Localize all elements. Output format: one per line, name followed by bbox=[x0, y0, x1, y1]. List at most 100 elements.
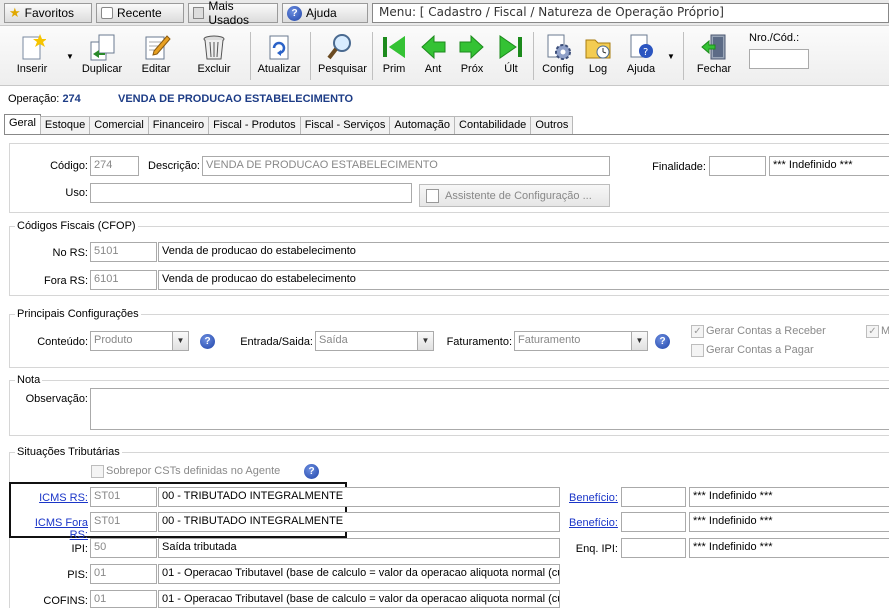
cfop-group-title: Códigos Fiscais (CFOP) bbox=[15, 220, 138, 232]
nro-label: Nro./Cód.: bbox=[749, 32, 800, 44]
pis-description: 01 - Operacao Tributavel (base de calcul… bbox=[158, 564, 560, 584]
uso-label: Uso: bbox=[65, 187, 88, 199]
inserir-button[interactable]: Inserir bbox=[10, 30, 54, 84]
gerar-pagar-label: Gerar Contas a Pagar bbox=[706, 344, 814, 356]
editar-button[interactable]: Editar bbox=[134, 30, 178, 84]
pis-code-field[interactable]: 01 bbox=[90, 564, 157, 584]
prox-button[interactable]: Próx bbox=[450, 30, 494, 84]
beneficio-fora-link[interactable]: Benefício: bbox=[569, 517, 618, 529]
enq-ipi-label: Enq. IPI: bbox=[575, 543, 618, 555]
observacao-label: Observação: bbox=[25, 393, 88, 405]
excluir-button[interactable]: Excluir bbox=[192, 30, 236, 84]
menu-title: Menu: [ Cadastro / Fiscal / Natureza de … bbox=[372, 3, 889, 23]
edit-icon bbox=[145, 35, 171, 60]
beneficio-fora-value: *** Indefinido *** bbox=[689, 512, 889, 532]
no-rs-code-field[interactable]: 5101 bbox=[90, 242, 157, 262]
toolbar-separator bbox=[250, 32, 251, 80]
tab-bar: Geral Estoque Comercial Financeiro Fisca… bbox=[4, 114, 574, 134]
fechar-button[interactable]: Fechar bbox=[692, 30, 736, 84]
descricao-label: Descrição: bbox=[148, 160, 200, 172]
icms-rs-code-field[interactable]: ST01 bbox=[90, 487, 157, 507]
sobrepor-help-icon[interactable]: ? bbox=[304, 464, 319, 479]
tab-outros[interactable]: Outros bbox=[530, 116, 574, 134]
new-document-icon bbox=[22, 34, 46, 60]
ipi-description: Saída tributada bbox=[158, 538, 560, 558]
chevron-down-icon: ▼ bbox=[631, 332, 647, 350]
sobrepor-checkbox[interactable] bbox=[91, 465, 104, 478]
tab-automacao[interactable]: Automação bbox=[389, 116, 456, 134]
finalidade-label: Finalidade: bbox=[652, 161, 706, 173]
config-group-title: Principais Configurações bbox=[15, 308, 141, 320]
tab-estoque[interactable]: Estoque bbox=[39, 116, 91, 134]
faturamento-label: Faturamento: bbox=[446, 336, 512, 348]
gerar-receber-label: Gerar Contas a Receber bbox=[706, 325, 826, 337]
recent-icon bbox=[101, 7, 113, 19]
beneficio-code-field[interactable] bbox=[621, 487, 686, 507]
ipi-code-field[interactable]: 50 bbox=[90, 538, 157, 558]
no-rs-description: Venda de producao do estabelecimento bbox=[158, 242, 889, 262]
tab-financeiro[interactable]: Financeiro bbox=[147, 116, 210, 134]
pesquisar-button[interactable]: Pesquisar bbox=[318, 30, 367, 84]
entrada-saida-select[interactable]: Saída ▼ bbox=[315, 331, 434, 351]
tab-fiscal-servicos[interactable]: Fiscal - Serviços bbox=[299, 116, 391, 134]
fora-rs-description: Venda de producao do estabelecimento bbox=[158, 270, 889, 290]
uso-field[interactable] bbox=[90, 183, 412, 203]
refresh-icon bbox=[269, 35, 289, 60]
icms-fora-rs-link[interactable]: ICMS Fora RS: bbox=[14, 517, 88, 541]
atualizar-button[interactable]: Atualizar bbox=[257, 30, 301, 84]
enq-ipi-code-field[interactable] bbox=[621, 538, 686, 558]
beneficio-link[interactable]: Benefício: bbox=[569, 492, 618, 504]
cofins-description: 01 - Operacao Tributavel (base de calcul… bbox=[158, 590, 560, 608]
m-label: M bbox=[881, 325, 889, 337]
tab-fiscal-produtos[interactable]: Fiscal - Produtos bbox=[208, 116, 301, 134]
recente-button[interactable]: Recente bbox=[96, 3, 184, 23]
nro-cod-input[interactable] bbox=[749, 49, 809, 69]
gerar-receber-checkbox[interactable]: ✓ bbox=[691, 325, 704, 338]
ajuda-dropdown-icon[interactable]: ▼ bbox=[667, 52, 675, 61]
ult-button[interactable]: Últ bbox=[489, 30, 533, 84]
situacoes-group-title: Situações Tributárias bbox=[15, 446, 122, 458]
duplicate-icon bbox=[90, 34, 115, 61]
fora-rs-code-field[interactable]: 6101 bbox=[90, 270, 157, 290]
descricao-field[interactable]: VENDA DE PRODUCAO ESTABELECIMENTO bbox=[202, 156, 610, 176]
trash-icon bbox=[203, 35, 225, 60]
faturamento-help-icon[interactable]: ? bbox=[655, 334, 670, 349]
m-checkbox[interactable]: ✓ bbox=[866, 325, 879, 338]
first-record-icon bbox=[383, 36, 405, 58]
beneficio-fora-code-field[interactable] bbox=[621, 512, 686, 532]
icms-fora-rs-description: 00 - TRIBUTADO INTEGRALMENTE bbox=[158, 512, 560, 532]
last-record-icon bbox=[499, 35, 522, 59]
conteudo-help-icon[interactable]: ? bbox=[200, 334, 215, 349]
no-rs-label: No RS: bbox=[52, 247, 88, 259]
exit-door-icon bbox=[701, 34, 726, 60]
mais-usados-button[interactable]: Mais Usados bbox=[188, 0, 278, 27]
config-button[interactable]: Config bbox=[536, 30, 580, 84]
duplicar-button[interactable]: Duplicar bbox=[80, 30, 124, 84]
next-arrow-icon bbox=[459, 34, 484, 60]
cofins-code-field[interactable]: 01 bbox=[90, 590, 157, 608]
tab-geral[interactable]: Geral bbox=[4, 114, 41, 134]
favoritos-button[interactable]: ★ Favoritos bbox=[4, 3, 92, 23]
gerar-pagar-checkbox[interactable] bbox=[691, 344, 704, 357]
nota-group-title: Nota bbox=[15, 374, 43, 386]
tab-comercial[interactable]: Comercial bbox=[89, 116, 149, 134]
ant-button[interactable]: Ant bbox=[411, 30, 455, 84]
log-button[interactable]: Log bbox=[576, 30, 620, 84]
faturamento-select[interactable]: Faturamento ▼ bbox=[514, 331, 648, 351]
toolbar-separator bbox=[683, 32, 684, 80]
svg-text:?: ? bbox=[643, 47, 648, 58]
prim-button[interactable]: Prim bbox=[372, 30, 416, 84]
ajuda-top-button[interactable]: ? Ajuda bbox=[282, 3, 368, 23]
icms-fora-rs-code-field[interactable]: ST01 bbox=[90, 512, 157, 532]
ajuda-button[interactable]: ? Ajuda bbox=[619, 30, 663, 84]
tab-contabilidade[interactable]: Contabilidade bbox=[454, 116, 532, 134]
codigo-field[interactable]: 274 bbox=[90, 156, 139, 176]
inserir-dropdown-icon[interactable]: ▼ bbox=[66, 52, 74, 61]
config-gear-icon bbox=[547, 34, 571, 60]
finalidade-code-field[interactable] bbox=[709, 156, 766, 176]
conteudo-select[interactable]: Produto ▼ bbox=[90, 331, 189, 351]
icms-rs-link[interactable]: ICMS RS: bbox=[20, 492, 88, 504]
observacao-field[interactable] bbox=[90, 388, 889, 430]
chevron-down-icon: ▼ bbox=[172, 332, 188, 350]
assistente-configuracao-button[interactable]: Assistente de Configuração ... bbox=[419, 184, 610, 207]
